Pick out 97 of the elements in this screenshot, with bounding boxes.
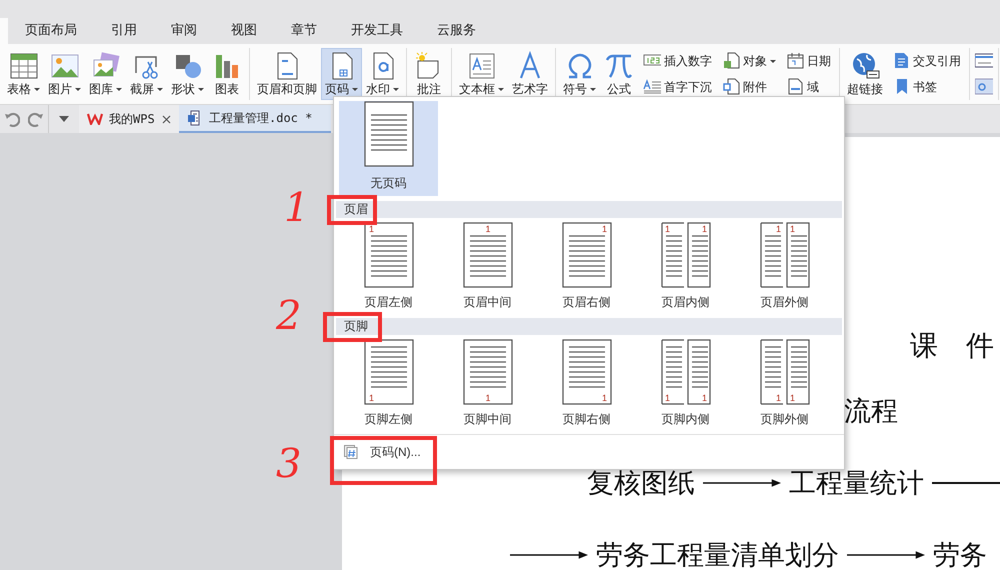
step-number: 3 — [276, 444, 302, 484]
ribbon-button[interactable]: 附件 — [719, 75, 779, 99]
ribbon-button[interactable]: 图库 — [85, 48, 126, 100]
ribbon-button[interactable]: 页码 — [321, 48, 362, 100]
text-frame-icon — [975, 78, 993, 96]
option-label[interactable]: 页眉左侧 — [364, 294, 412, 311]
caret-icon — [498, 88, 504, 91]
caret-icon — [157, 88, 163, 91]
step-number: 2 — [276, 296, 302, 336]
page-number-label: 1 — [790, 393, 795, 403]
option-label[interactable]: 页眉内侧 — [662, 294, 710, 311]
caret-icon — [116, 88, 122, 91]
document-text: 复核图纸 — [587, 467, 695, 500]
option-label[interactable]: 页脚外侧 — [760, 411, 808, 428]
ribbon-button[interactable]: 插入数字 — [640, 49, 715, 73]
ribbon-button[interactable]: 截屏 — [126, 48, 167, 100]
option-label[interactable]: 页脚左侧 — [364, 411, 412, 428]
ribbon-button[interactable]: 页眉和页脚 — [253, 48, 321, 100]
page-number-label: 1 — [601, 393, 606, 403]
ribbon-button[interactable]: 超链接 — [843, 48, 887, 100]
ribbon-button[interactable]: 日期 — [783, 49, 834, 73]
page-number-label: 1 — [485, 224, 490, 234]
redo-icon[interactable] — [28, 111, 44, 127]
highlight-frame — [323, 312, 382, 342]
page-number-label: 1 — [368, 224, 374, 234]
page-number-menu-item[interactable]: 页码(N)... — [366, 442, 425, 462]
page-number-label: 1 — [775, 393, 780, 403]
ribbon-button[interactable]: 对象 — [719, 49, 779, 73]
globe-icon — [850, 51, 880, 81]
document-title: 课 件 — [910, 331, 994, 362]
option-label[interactable]: 页眉右侧 — [562, 294, 610, 311]
page-number-label: 1 — [664, 224, 670, 234]
option-label[interactable]: 页眉外侧 — [760, 294, 808, 311]
connector-line — [932, 481, 1000, 485]
document-text: 劳务工程量清单划分 — [596, 539, 839, 570]
menu-tab[interactable]: 开发工具 — [334, 18, 420, 44]
page-number-label: 1 — [701, 393, 706, 403]
document-icon — [892, 52, 910, 70]
text-field-icon — [975, 52, 993, 70]
menu-tab[interactable]: 视图 — [214, 18, 274, 44]
dropdown-icon[interactable] — [59, 116, 69, 122]
menu-tab[interactable]: 引用 — [94, 18, 154, 44]
tab-title: 我的WPS — [109, 110, 155, 128]
ribbon-button[interactable]: 交叉引用 — [889, 49, 964, 73]
menu-tab[interactable]: 章节 — [274, 18, 334, 44]
object-icon — [722, 52, 740, 70]
page-number-label: 1 — [368, 393, 374, 403]
ribbon-button[interactable]: 形状 — [167, 48, 208, 100]
ribbon-button[interactable]: 艺术字 — [508, 48, 552, 100]
document-text: 工程量统计 — [789, 467, 924, 500]
ribbon-button[interactable]: 首字下沉 — [640, 75, 715, 99]
ribbon-button[interactable]: 公式 — [600, 48, 638, 100]
option-label[interactable]: 页眉中间 — [464, 294, 512, 311]
text-box-icon — [466, 51, 496, 81]
hash-page-icon — [344, 445, 358, 459]
page-number-label: 1 — [775, 224, 780, 234]
tab-title: 工程量管理.doc * — [209, 110, 312, 126]
ribbon-button[interactable]: 批注 — [410, 48, 448, 100]
menu-tab[interactable]: 云服务 — [420, 18, 493, 44]
document-tab[interactable]: 我的WPS — [79, 105, 179, 133]
page-number-label: 1 — [601, 224, 606, 234]
caret-icon — [75, 88, 81, 91]
option-label[interactable]: 页脚内侧 — [662, 411, 710, 428]
caret-icon — [352, 88, 358, 91]
page-number-label: 1 — [790, 224, 795, 234]
caret-icon — [770, 60, 776, 62]
page-number-label: 1 — [664, 393, 670, 403]
calendar-icon — [786, 52, 804, 70]
table-icon — [8, 51, 38, 81]
caret-icon — [34, 88, 40, 91]
menu-tab[interactable]: 审阅 — [154, 18, 214, 44]
document-tab[interactable]: 工程量管理.doc * — [179, 105, 331, 133]
ribbon-button[interactable]: 图表 — [208, 48, 246, 100]
caret-icon — [590, 88, 596, 91]
document-text: 流程 — [844, 395, 898, 428]
close-icon[interactable] — [162, 114, 171, 124]
drop-cap-icon — [643, 78, 661, 96]
undo-icon[interactable] — [4, 111, 20, 127]
highlight-frame — [327, 195, 377, 225]
ribbon-button[interactable]: 域 — [783, 75, 834, 99]
caret-icon — [198, 88, 204, 91]
ribbon-button[interactable]: 图片 — [44, 48, 85, 100]
blank-page-drawing — [364, 101, 414, 167]
menu-tab[interactable]: 页面布局 — [8, 18, 94, 44]
page-number-label: 1 — [701, 224, 706, 234]
option-label[interactable]: 无页码 — [370, 175, 406, 192]
document-text: 劳务 — [933, 539, 987, 570]
section-header: 页眉 — [344, 202, 368, 216]
option-label[interactable]: 页脚右侧 — [562, 411, 610, 428]
ribbon-button[interactable]: 书签 — [889, 75, 964, 99]
section-header: 页脚 — [344, 319, 368, 333]
w-logo-icon — [87, 113, 103, 125]
caret-icon — [393, 88, 399, 91]
option-label[interactable]: 页脚中间 — [464, 411, 512, 428]
page-number-label: 1 — [485, 393, 490, 403]
step-number: 1 — [284, 188, 310, 228]
ribbon-button[interactable]: 表格 — [3, 48, 44, 100]
